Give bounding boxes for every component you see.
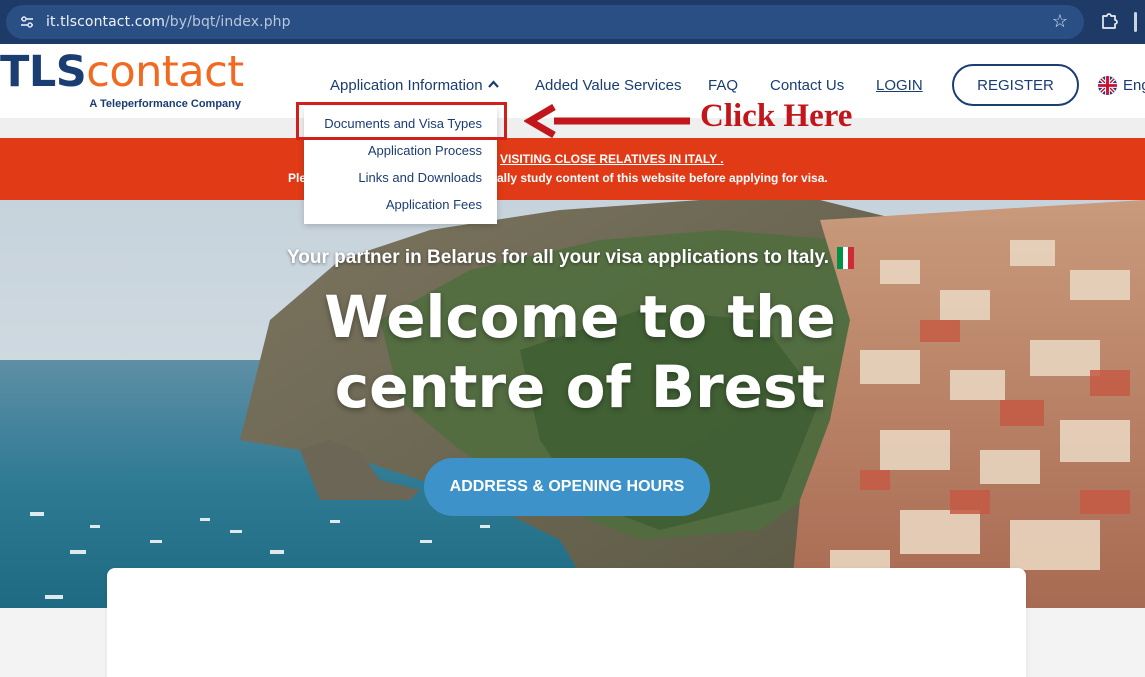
site-info-icon[interactable] — [12, 7, 42, 37]
annotation-label: Click Here — [700, 98, 853, 134]
nav-faq[interactable]: FAQ — [708, 77, 738, 94]
dropdown-item-application-fees[interactable]: Application Fees — [386, 197, 482, 212]
banner-link-suffix: . — [720, 152, 724, 166]
register-button[interactable]: REGISTER — [952, 64, 1079, 106]
nav-added-value-services[interactable]: Added Value Services — [535, 77, 681, 94]
hero-headline-line2: centre of Brest — [334, 353, 826, 421]
bookmark-star-icon[interactable]: ☆ — [1052, 11, 1068, 32]
hero-tagline: Your partner in Belarus for all your vis… — [287, 247, 854, 269]
info-banner: VISITING CLOSE RELATIVES IN ITALY . Ple … — [0, 138, 1145, 200]
nav-application-information-label: Application Information — [330, 77, 483, 94]
nav-application-information[interactable]: Application Information — [330, 77, 499, 94]
url-host: it.tlscontact.com — [46, 14, 165, 30]
language-label: Eng — [1123, 77, 1145, 94]
url-text: it.tlscontact.com/by/bqt/index.php — [46, 14, 291, 30]
annotation-highlight-box — [296, 102, 507, 140]
nav-login[interactable]: LOGIN — [876, 77, 923, 94]
address-opening-hours-button[interactable]: ADDRESS & OPENING HOURS — [424, 458, 710, 516]
hero-headline: Welcome to the centre of Brest — [0, 282, 1145, 422]
uk-flag-icon — [1098, 76, 1117, 95]
hero-section: Your partner in Belarus for all your vis… — [0, 200, 1145, 608]
hero-tagline-text: Your partner in Belarus for all your vis… — [287, 247, 829, 268]
italy-flag-icon — [836, 247, 854, 269]
hero-headline-line1: Welcome to the — [324, 283, 836, 351]
language-selector[interactable]: Eng — [1098, 76, 1145, 95]
chevron-up-icon — [487, 79, 499, 91]
logo-contact-text: contact — [86, 47, 244, 97]
content-card — [107, 568, 1026, 677]
banner-link[interactable]: VISITING CLOSE RELATIVES IN ITALY . — [500, 152, 724, 166]
dropdown-item-links-downloads[interactable]: Links and Downloads — [358, 170, 482, 185]
dropdown-item-application-process[interactable]: Application Process — [368, 143, 482, 158]
address-bar[interactable]: it.tlscontact.com/by/bqt/index.php ☆ — [6, 5, 1084, 39]
extensions-icon[interactable] — [1098, 10, 1120, 32]
url-path: /by/bqt/index.php — [164, 14, 291, 30]
logo-tagline: A Teleperformance Company — [89, 98, 241, 110]
banner-link-text: VISITING CLOSE RELATIVES IN ITALY — [500, 152, 717, 166]
nav-contact-us[interactable]: Contact Us — [770, 77, 844, 94]
annotation-arrow-icon — [524, 104, 690, 138]
tlscontact-logo[interactable]: TLScontact A Teleperformance Company — [0, 48, 245, 118]
banner-text: ally study content of this website befor… — [497, 171, 828, 185]
logo-tls-text: TLS — [0, 47, 87, 97]
browser-toolbar: it.tlscontact.com/by/bqt/index.php ☆ — [0, 0, 1145, 44]
browser-menu-icon[interactable] — [1134, 12, 1137, 32]
